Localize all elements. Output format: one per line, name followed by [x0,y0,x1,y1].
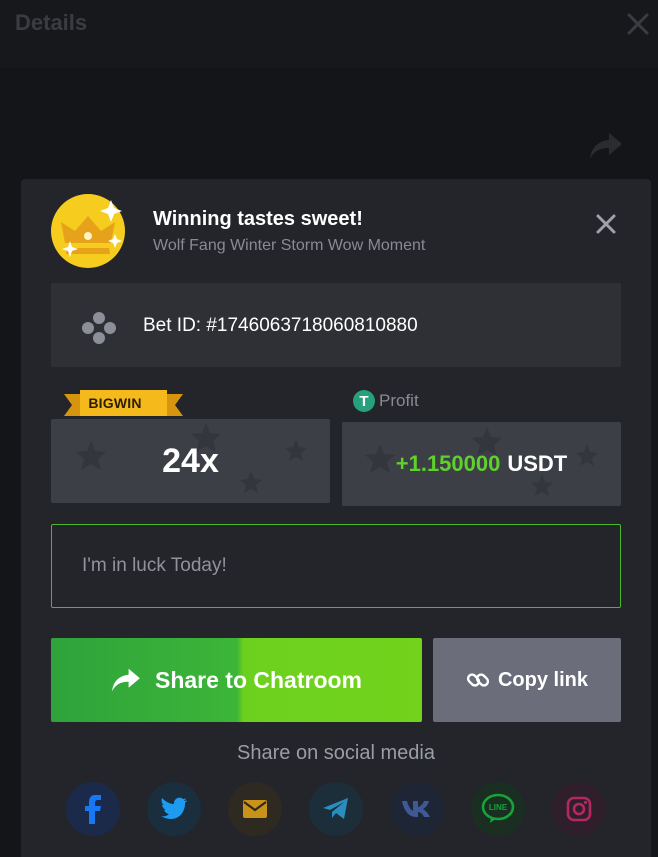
vk-share-button[interactable] [390,782,444,836]
close-icon[interactable] [595,213,617,235]
line-share-button[interactable]: LINE [471,782,525,836]
close-icon[interactable] [626,12,650,36]
twitter-share-button[interactable] [147,782,201,836]
share-arrow-icon [112,668,140,692]
telegram-share-button[interactable] [309,782,363,836]
tether-icon: T [353,390,375,412]
bigwin-badge: BIGWIN [88,395,142,411]
svg-text:LINE: LINE [489,803,508,812]
email-share-button[interactable] [228,782,282,836]
telegram-icon [323,798,348,819]
line-icon: LINE [481,793,515,823]
profit-value: +1.150000 USDT [342,422,621,506]
share-arrow-icon[interactable] [589,131,623,161]
crown-icon [61,200,122,257]
profit-label: T Profit [353,390,419,412]
profit-currency: USDT [507,451,568,476]
bet-id-panel: Bet ID: #1746063718060810880 [51,283,621,367]
twitter-icon [161,797,187,819]
instagram-icon [566,796,592,822]
profit-panel: +1.150000 USDT [342,422,621,506]
share-modal: Winning tastes sweet! Wolf Fang Winter S… [21,179,651,857]
game-name: Wolf Fang Winter Storm Wow Moment [153,237,426,254]
crown-avatar [51,194,125,268]
gamepad-icon [82,312,116,344]
multiplier-panel: 24x [51,419,330,503]
profit-amount: +1.150000 [395,451,501,476]
modal-title: Winning tastes sweet! [153,208,363,230]
social-share-title: Share on social media [237,742,435,764]
bet-id-text: Bet ID: #1746063718060810880 [143,315,418,336]
page-title: Details [15,10,88,35]
facebook-share-button[interactable] [66,782,120,836]
share-button-label: Share to Chatroom [154,666,363,693]
instagram-share-button[interactable] [552,782,606,836]
profit-label-text: Profit [379,391,419,410]
email-icon [243,800,267,818]
copy-button-label: Copy link [497,668,588,691]
copy-link-button[interactable]: Copy link [433,638,621,722]
link-icon [466,673,490,687]
page-header: Details [0,0,658,68]
multiplier-value: 24x [162,441,219,480]
share-to-chatroom-button[interactable]: Share to Chatroom [51,638,422,722]
message-input[interactable] [51,524,621,608]
facebook-icon [85,795,101,824]
vk-icon [402,801,430,817]
